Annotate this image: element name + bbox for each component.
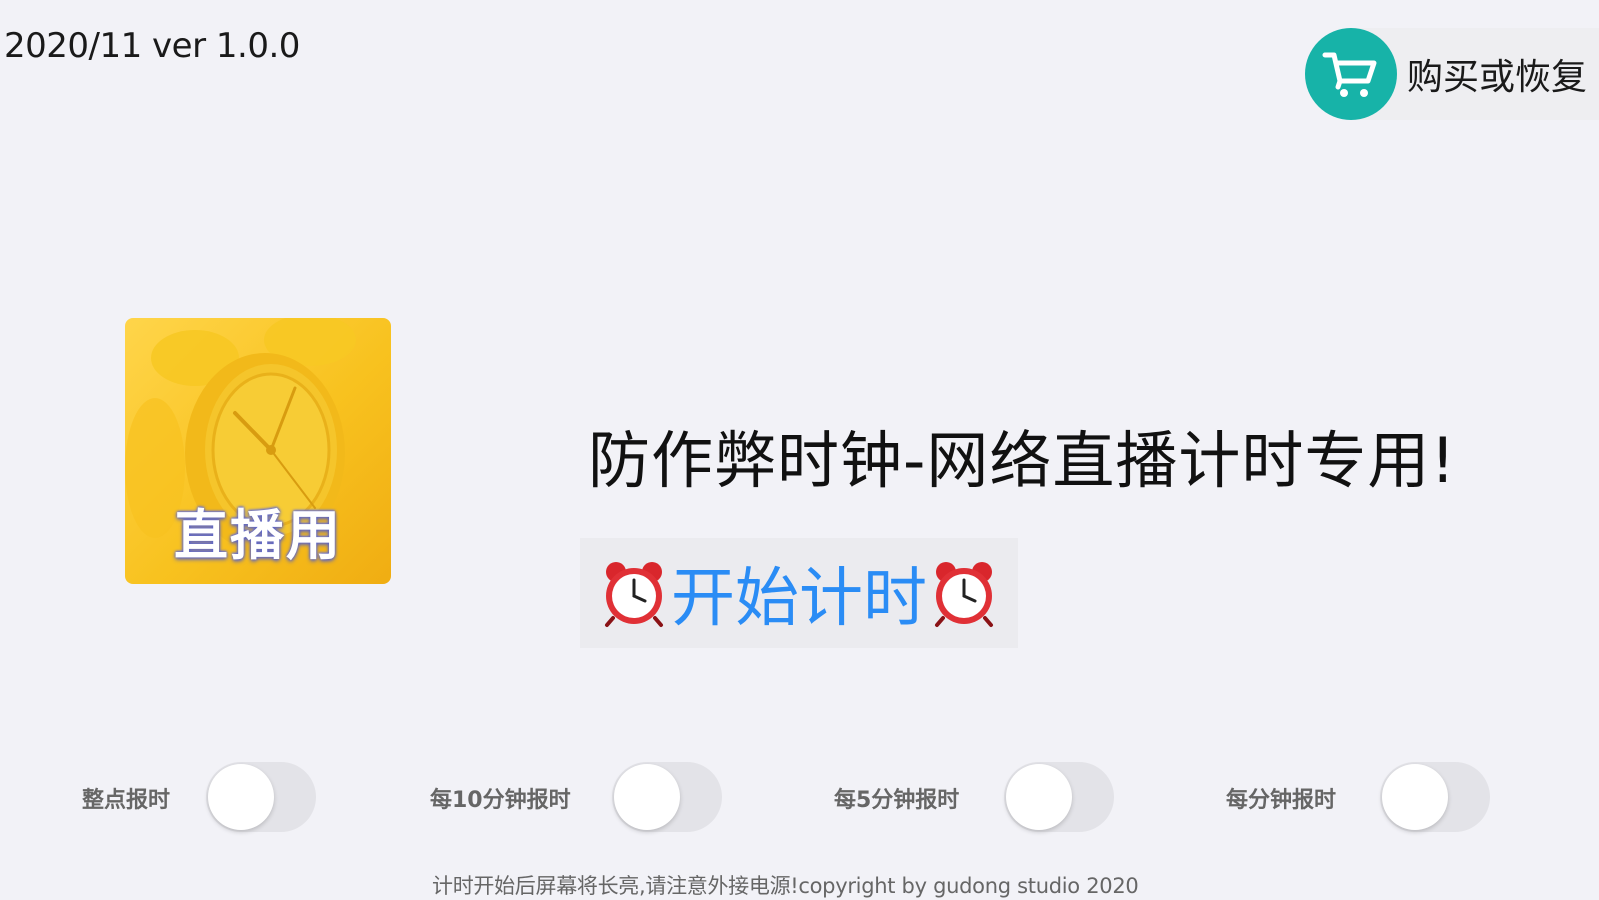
toggle-hourly-label: 整点报时 [82, 788, 171, 813]
purchase-restore-label: 购买或恢复 [1407, 57, 1588, 98]
switch-knob [614, 764, 680, 830]
toggle-5min: 每5分钟报时 [834, 762, 959, 834]
toggle-10min-switch[interactable] [612, 762, 722, 832]
footer-notice: 计时开始后屏幕将长亮,请注意外接电源!copyright by gudong s… [432, 874, 1139, 898]
page-title: 防作弊时钟-网络直播计时专用! [588, 424, 1457, 497]
switch-knob [208, 764, 274, 830]
toggle-5min-switch[interactable] [1004, 762, 1114, 832]
alarm-clock-icon [605, 562, 663, 627]
alarm-clock-icon [935, 562, 993, 627]
version-label: 2020/11 ver 1.0.0 [4, 26, 300, 66]
toggle-1min-label: 每分钟报时 [1226, 788, 1337, 813]
app-logo: 直播用 [125, 318, 391, 584]
switch-knob [1382, 764, 1448, 830]
toggle-10min: 每10分钟报时 [430, 762, 571, 834]
toggle-hourly: 整点报时 [82, 762, 170, 834]
switch-knob [1006, 764, 1072, 830]
toggle-10min-label: 每10分钟报时 [430, 788, 571, 813]
start-timer-button[interactable]: 开始计时 [580, 538, 1018, 648]
purchase-restore-button[interactable]: 购买或恢复 [1305, 28, 1599, 120]
app-logo-caption: 直播用 [174, 504, 342, 567]
toggle-5min-label: 每5分钟报时 [834, 788, 960, 813]
start-timer-label: 开始计时 [671, 562, 927, 636]
toggle-1min: 每分钟报时 [1226, 762, 1336, 834]
toggle-hourly-switch[interactable] [206, 762, 316, 832]
shopping-cart-icon [1322, 52, 1377, 97]
cart-badge[interactable] [1305, 28, 1397, 120]
toggle-1min-switch[interactable] [1380, 762, 1490, 832]
